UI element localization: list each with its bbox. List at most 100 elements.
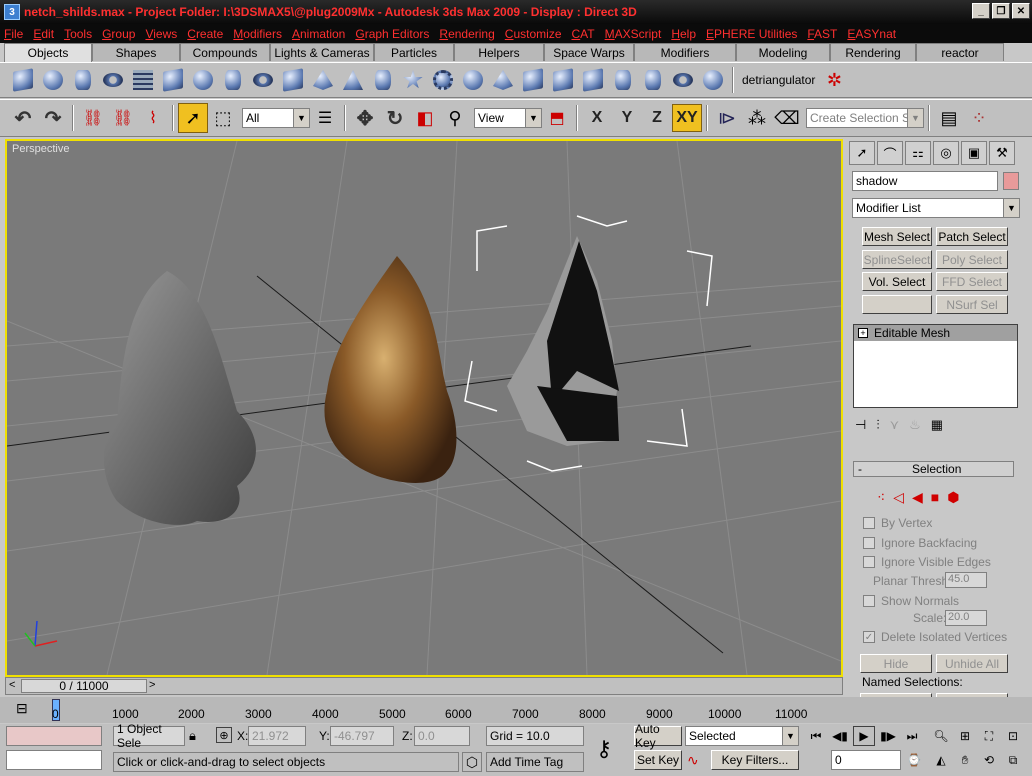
menu-fast[interactable]: FAST — [807, 27, 837, 41]
slab-icon[interactable] — [518, 65, 548, 95]
menu-file[interactable]: File — [4, 27, 23, 41]
array-icon[interactable]: ⁂ — [742, 103, 772, 133]
nsurf-sel-button[interactable]: NSurf Sel — [936, 295, 1008, 314]
geodesic-icon[interactable] — [458, 65, 488, 95]
make-unique-icon[interactable]: ⋎ — [890, 417, 900, 433]
menu-maxscript[interactable]: MAXScript — [605, 27, 662, 41]
vol-select-button[interactable]: Vol. Select — [862, 272, 932, 291]
object-color-swatch[interactable] — [1003, 172, 1019, 190]
display-panel-icon[interactable]: ▣ — [961, 141, 987, 165]
z-coord-field[interactable]: 0.0 — [414, 726, 470, 746]
menu-edit[interactable]: Edit — [33, 27, 54, 41]
zoom-icon[interactable]: 🔍︎ — [930, 726, 952, 746]
face-icon[interactable]: ◀ — [912, 489, 923, 506]
show-end-result-icon[interactable]: ⫶ — [876, 417, 879, 433]
redo-icon[interactable]: ↷ — [38, 103, 68, 133]
time-slider[interactable]: < 0 / 11000 > — [5, 677, 843, 695]
reference-coordinate-dropdown[interactable]: View ▼ — [474, 108, 542, 128]
tube-icon[interactable] — [218, 65, 248, 95]
restrict-z-button[interactable]: Z — [642, 104, 672, 132]
selection-rollout-header[interactable]: - Selection — [853, 461, 1014, 477]
c-ext-icon[interactable] — [578, 65, 608, 95]
geosphere-icon[interactable] — [188, 65, 218, 95]
hide-button[interactable]: Hide — [860, 654, 932, 673]
patch-select-button[interactable]: Patch Select — [936, 227, 1008, 246]
rotate-icon[interactable]: ↻ — [380, 103, 410, 133]
y-coord-field[interactable]: -46.797 — [330, 726, 394, 746]
torus-icon[interactable] — [98, 65, 128, 95]
poly-select-button[interactable]: Poly Select — [936, 250, 1008, 269]
gear-icon[interactable] — [428, 65, 458, 95]
planar-thresh-spinner[interactable]: 45.0 — [945, 572, 987, 588]
bind-space-warp-icon[interactable]: ⌇ — [138, 103, 168, 133]
key-filters-button[interactable]: Key Filters... — [711, 750, 799, 770]
spline-select-button[interactable]: SplineSelect — [862, 250, 932, 269]
rectangle-selection-icon[interactable]: ⬚ — [208, 103, 238, 133]
perspective-viewport[interactable]: Perspective — [5, 139, 843, 677]
pyramid-icon[interactable] — [308, 65, 338, 95]
hedra-icon[interactable] — [398, 65, 428, 95]
configure-modifier-sets-icon[interactable]: ▦ — [931, 417, 943, 433]
slider-next-arrow[interactable]: > — [149, 679, 155, 691]
tab-space-warps[interactable]: Space Warps — [544, 43, 634, 61]
hierarchy-panel-icon[interactable]: ⚏ — [905, 141, 931, 165]
sphere-icon[interactable] — [38, 65, 68, 95]
create-panel-icon[interactable]: ➚ — [849, 141, 875, 165]
pan-hand-icon[interactable]: ✋︎ — [954, 750, 976, 770]
tab-objects[interactable]: Objects — [4, 43, 92, 62]
menu-modifiers[interactable]: Modifiers — [233, 27, 282, 41]
ignore-visible-edges-checkbox[interactable]: Ignore Visible Edges — [863, 555, 991, 569]
next-frame-icon[interactable]: ▮▶ — [877, 726, 899, 746]
menu-animation[interactable]: Animation — [292, 27, 345, 41]
auto-key-button[interactable]: Auto Key — [634, 722, 682, 750]
zoom-extents-icon[interactable]: ⛶ — [978, 726, 1000, 746]
key-icon[interactable]: ⚷ — [596, 736, 612, 762]
oil-tank-icon[interactable] — [368, 65, 398, 95]
tab-compounds[interactable]: Compounds — [180, 43, 270, 61]
restore-button[interactable]: ❐ — [992, 3, 1010, 19]
restrict-xy-button[interactable]: XY — [672, 104, 702, 132]
restrict-x-button[interactable]: X — [582, 104, 612, 132]
modifier-stack[interactable]: + Editable Mesh — [853, 324, 1018, 408]
menu-rendering[interactable]: Rendering — [439, 27, 494, 41]
manipulate-icon[interactable]: ⚲ — [440, 103, 470, 133]
collapse-icon[interactable]: - — [858, 462, 862, 476]
teapot-icon[interactable] — [698, 65, 728, 95]
menu-easynat[interactable]: EASYnat — [847, 27, 896, 41]
minimize-button[interactable]: _ — [972, 3, 990, 19]
play-icon[interactable]: ▶ — [853, 726, 875, 746]
polygon-icon[interactable]: ■ — [931, 489, 939, 506]
named-selection-set-dropdown[interactable]: Create Selection Set ▼ — [806, 108, 924, 128]
select-by-name-icon[interactable]: ☰ — [310, 103, 340, 133]
utilities-panel-icon[interactable]: ⚒ — [989, 141, 1015, 165]
stack-item-editable-mesh[interactable]: + Editable Mesh — [854, 325, 1017, 341]
select-and-link-icon[interactable]: ⛓ — [78, 103, 108, 133]
time-configuration-icon[interactable]: ⌚ — [903, 750, 925, 770]
tab-modeling[interactable]: Modeling — [736, 43, 830, 61]
l-ext-icon[interactable] — [548, 65, 578, 95]
prism-icon[interactable] — [488, 65, 518, 95]
element-icon[interactable]: ⬢ — [947, 489, 959, 506]
spindle-icon[interactable] — [608, 65, 638, 95]
empty-modifier-button[interactable] — [862, 295, 932, 314]
unhide-all-button[interactable]: Unhide All — [936, 654, 1008, 673]
maximize-viewport-icon[interactable]: ⧉ — [1002, 750, 1024, 770]
ffd-select-button[interactable]: FFD Select — [936, 272, 1008, 291]
restrict-y-button[interactable]: Y — [612, 104, 642, 132]
chevron-down-icon[interactable]: ▼ — [1003, 199, 1019, 217]
tab-shapes[interactable]: Shapes — [92, 43, 180, 61]
expand-icon[interactable]: + — [858, 328, 868, 338]
scale-icon[interactable]: ◧ — [410, 103, 440, 133]
molecule-icon[interactable]: ✲ — [819, 65, 849, 95]
tab-modifiers[interactable]: Modifiers — [634, 43, 736, 61]
chamfer-box-icon[interactable] — [278, 65, 308, 95]
selection-filter-dropdown[interactable]: All ▼ — [242, 108, 310, 128]
modify-panel-icon[interactable]: ⌒ — [877, 141, 903, 165]
set-key-button[interactable]: Set Key — [634, 750, 682, 770]
eraser-icon[interactable]: ⌫ — [772, 103, 802, 133]
menu-tools[interactable]: Tools — [64, 27, 92, 41]
track-bar[interactable]: ⊟ 0 1000 2000 3000 4000 5000 6000 7000 8… — [0, 697, 1032, 723]
menu-graph-editors[interactable]: Graph Editors — [355, 27, 429, 41]
maxscript-output-mini[interactable] — [6, 750, 102, 770]
motion-panel-icon[interactable]: ◎ — [933, 141, 959, 165]
